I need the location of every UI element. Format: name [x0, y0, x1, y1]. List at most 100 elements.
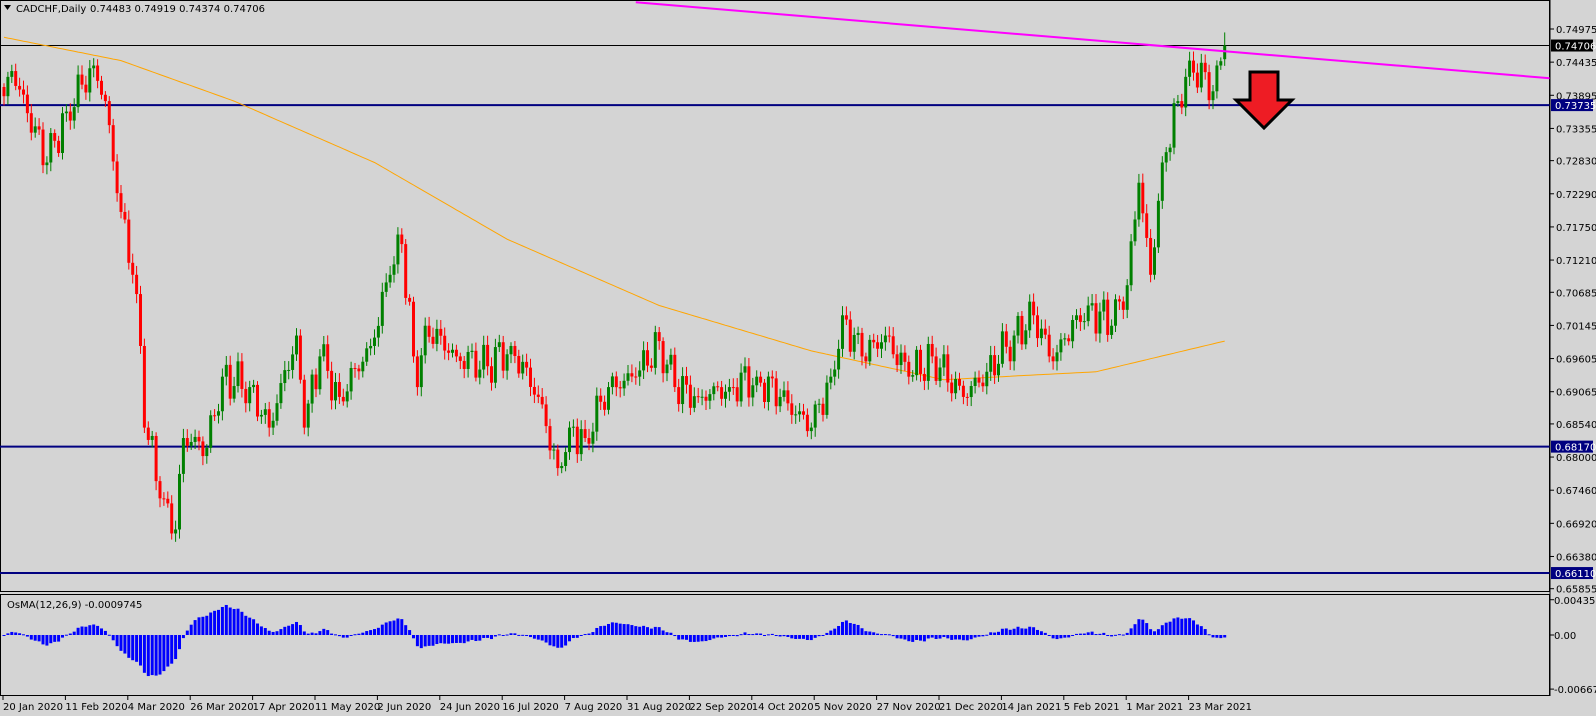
osma-bar [946, 635, 950, 639]
osma-bar [462, 635, 466, 644]
candle-body [80, 74, 84, 85]
osma-bar [587, 633, 591, 635]
osma-bar [439, 635, 443, 644]
candle-body [493, 347, 497, 383]
osma-bar [252, 619, 256, 635]
candle-body [564, 452, 568, 466]
osma-bar [700, 635, 704, 642]
osma-bar [1156, 629, 1160, 635]
osma-bar [497, 634, 501, 636]
candle-body [517, 355, 521, 374]
osma-bar [256, 623, 259, 635]
osma-bar [525, 635, 529, 636]
candle-body [1110, 325, 1114, 335]
candle-body [322, 344, 326, 357]
osma-bar [123, 635, 127, 654]
candle-body [704, 396, 708, 401]
osma-bar [1195, 624, 1199, 635]
candle-body [306, 403, 310, 428]
candle-body [482, 344, 486, 370]
osma-bar [513, 633, 517, 635]
candle-body [782, 390, 786, 397]
osma-bar [595, 627, 599, 635]
candle-body [642, 350, 646, 371]
candle-body [1063, 338, 1067, 340]
osma-bar [1141, 619, 1145, 635]
candle-body [1114, 299, 1117, 326]
osma-bar [154, 635, 158, 676]
candle-body [899, 352, 903, 366]
date-tick-label: 4 Mar 2020 [128, 702, 185, 713]
osma-bar [490, 635, 493, 640]
candle-body [154, 435, 158, 482]
candle-body [942, 354, 946, 368]
date-tick-label: 5 Nov 2020 [814, 702, 872, 713]
candle-body [1160, 162, 1164, 201]
candle-body [657, 332, 661, 342]
osma-bar [564, 635, 568, 646]
osma-bar [907, 635, 911, 642]
candle-body [829, 376, 833, 383]
osma-bar [977, 635, 981, 637]
osma-bar [1004, 628, 1008, 635]
candle-body [217, 411, 220, 416]
candle-body [1211, 91, 1215, 101]
osma-bar [232, 608, 236, 635]
osma-bar [958, 635, 961, 640]
price-tick-label: 0.72290 [1556, 190, 1596, 201]
osma-bar [131, 635, 135, 661]
candle-body [96, 65, 100, 81]
osma-bar [720, 635, 724, 638]
candle-body [919, 349, 922, 374]
candle-body [630, 373, 634, 377]
osma-bar [291, 624, 295, 635]
candle-body [809, 427, 813, 432]
candle-body [821, 403, 825, 415]
osma-bar [501, 635, 505, 636]
candle-body [989, 355, 993, 372]
osma-bar [318, 631, 322, 635]
osma-bar [751, 634, 755, 636]
candle-body [1051, 356, 1055, 362]
candle-body [529, 367, 532, 387]
candle-body [739, 372, 743, 402]
candle-body [634, 376, 638, 378]
osma-bar [1051, 635, 1055, 639]
osma-bar [166, 635, 170, 667]
candle-body [618, 387, 622, 389]
osma-bar [2, 635, 6, 636]
osma-bar [716, 635, 720, 638]
candle-body [25, 94, 29, 114]
chart-window[interactable]: CADCHF,Daily 0.74483 0.74919 0.74374 0.7… [0, 0, 1596, 716]
candle-body [18, 85, 22, 90]
candle-body [794, 414, 798, 416]
candle-body [661, 341, 665, 374]
osma-bar [376, 627, 380, 635]
candle-body [369, 345, 373, 349]
candle-body [716, 386, 720, 388]
osma-bar [603, 625, 607, 635]
candle-body [209, 415, 213, 448]
osma-bar [357, 633, 361, 635]
osma-bar [778, 635, 782, 637]
candle-body [1000, 331, 1004, 364]
date-tick-label: 16 Jul 2020 [502, 702, 559, 713]
osma-bar [400, 619, 404, 635]
osma-bar [209, 612, 213, 635]
candle-body [224, 364, 228, 377]
osma-bar [33, 635, 37, 641]
date-tick-label: 24 Jun 2020 [440, 702, 500, 713]
candle-body [408, 297, 412, 302]
osma-bar [961, 635, 965, 641]
candle-body [536, 394, 540, 397]
osma-bar [872, 632, 876, 635]
osma-bar [794, 635, 798, 639]
osma-bar [349, 635, 353, 636]
candle-body [384, 282, 388, 292]
candle-body [466, 351, 470, 369]
osma-bar [1164, 622, 1168, 635]
date-tick-label: 5 Feb 2021 [1064, 702, 1120, 713]
candle-body [993, 355, 997, 376]
candle-body [532, 386, 536, 395]
osma-bar [548, 635, 552, 646]
